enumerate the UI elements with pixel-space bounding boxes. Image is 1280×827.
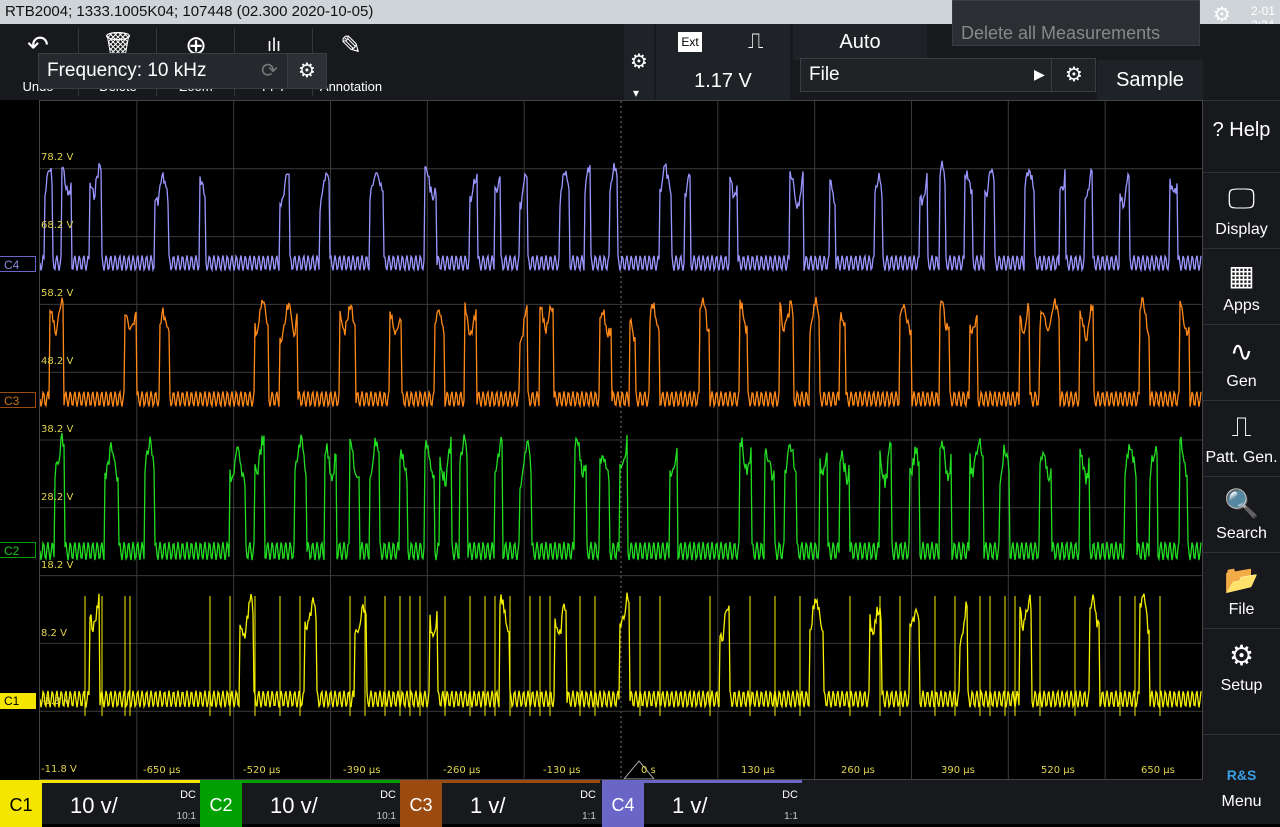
- channel-marker-c1[interactable]: C1: [0, 693, 36, 709]
- coupling: DC: [580, 789, 596, 801]
- time-label: 520 µs: [1041, 765, 1075, 776]
- channel-marker-c4[interactable]: C4: [0, 256, 36, 272]
- channel-c3-settings[interactable]: C3 1 v/DC 1:1: [400, 780, 600, 827]
- vertical-scale: 10 v/: [70, 793, 118, 818]
- channel-tag: C3: [400, 783, 442, 827]
- voltage-label: 28.2 V: [41, 492, 74, 503]
- trigger-source: Ext: [678, 32, 702, 52]
- frequency-box[interactable]: Frequency: 10 kHz ⟳ ⚙: [38, 53, 327, 89]
- coupling: DC: [782, 789, 798, 801]
- sidebar-item-help[interactable]: ?? Help: [1203, 100, 1280, 177]
- sidebar-item-display[interactable]: 🖵 Display: [1203, 172, 1280, 249]
- voltage-label: 58.2 V: [41, 288, 74, 299]
- voltage-label: -1.8 V: [41, 696, 71, 707]
- vertical-scale: 1 v/: [470, 793, 506, 818]
- trigger-mode[interactable]: Auto: [793, 24, 927, 60]
- generator-icon: ∿: [1229, 336, 1254, 367]
- trace-c1: [40, 592, 1202, 709]
- measurement-menu[interactable]: Delete all Measurements: [952, 0, 1200, 46]
- trigger-time-marker[interactable]: ▾: [633, 86, 639, 100]
- gear-icon[interactable]: ⚙: [287, 54, 326, 88]
- frequency-value: Frequency: 10 kHz: [47, 60, 207, 81]
- apps-icon: ▦: [1228, 260, 1255, 291]
- sidebar-item-menu[interactable]: R&S Menu: [1203, 734, 1280, 811]
- coupling: DC: [380, 789, 396, 801]
- time-label: 260 µs: [841, 765, 875, 776]
- channel-tag: C2: [200, 783, 242, 827]
- probe-ratio: 1:1: [784, 811, 798, 822]
- trigger-level[interactable]: 1.17 V: [656, 62, 790, 100]
- time-label: 390 µs: [941, 765, 975, 776]
- channel-c1-settings[interactable]: C1 10 v/DC 10:1: [0, 780, 200, 827]
- delete-all-measurements-item[interactable]: Delete all Measurements: [961, 23, 1160, 44]
- waveform-grid: [40, 101, 1202, 779]
- sidebar-item-gen[interactable]: ∿ Gen: [1203, 324, 1280, 401]
- gear-icon[interactable]: ⚙: [1051, 59, 1096, 91]
- time-label: 650 µs: [1141, 765, 1175, 776]
- waveform-display[interactable]: [39, 100, 1203, 780]
- gear-icon: ⚙: [1228, 640, 1255, 671]
- gear-icon: ⚙: [630, 51, 648, 73]
- sidebar: ?? Help🖵Display▦Apps∿Gen⎍Patt. Gen.🔍Sear…: [1203, 24, 1280, 824]
- voltage-label: 78.2 V: [41, 152, 74, 163]
- voltage-label: 48.2 V: [41, 356, 74, 367]
- channel-marker-c2[interactable]: C2: [0, 542, 36, 558]
- voltage-label: 68.2 V: [41, 220, 74, 231]
- channel-c4-settings[interactable]: C4 1 v/DC 1:1: [602, 780, 802, 827]
- channel-marker-c3[interactable]: C3: [0, 392, 36, 408]
- time-label: -390 µs: [343, 765, 381, 776]
- probe-ratio: 10:1: [376, 811, 396, 822]
- time-label: 0 s: [641, 765, 656, 776]
- channel-bar: C1 10 v/DC 10:1 C2 10 v/DC 10:1 C3 1 v/DC 1:1 C4 1…: [0, 780, 1203, 827]
- rising-edge-icon: ⎍: [748, 28, 764, 53]
- pattern-generator-icon: ⎍: [1231, 411, 1252, 442]
- time-label: 130 µs: [741, 765, 775, 776]
- probe-ratio: 1:1: [582, 811, 596, 822]
- channel-tag: C4: [602, 783, 644, 827]
- time-label: -650 µs: [143, 765, 181, 776]
- voltage-label: -11.8 V: [41, 764, 77, 775]
- search-icon: 🔍: [1224, 488, 1259, 519]
- coupling: DC: [180, 789, 196, 801]
- display-icon: 🖵: [1228, 183, 1255, 214]
- voltage-label: 18.2 V: [41, 560, 74, 571]
- vertical-scale: 1 v/: [672, 793, 708, 818]
- sidebar-item-file[interactable]: 📂 File: [1203, 552, 1280, 629]
- folder-icon: 📂: [1224, 564, 1259, 595]
- voltage-label: 38.2 V: [41, 424, 74, 435]
- vertical-scale: 10 v/: [270, 793, 318, 818]
- trigger-source-panel[interactable]: Ext ⎍: [656, 24, 790, 62]
- refresh-icon[interactable]: ⟳: [261, 58, 278, 83]
- sidebar-item-setup[interactable]: ⚙ Setup: [1203, 628, 1280, 705]
- voltage-label: 8.2 V: [41, 628, 67, 639]
- submenu-arrow-icon: ▶: [1034, 66, 1045, 82]
- rs-logo-icon: R&S: [1226, 767, 1257, 783]
- time-label: -130 µs: [543, 765, 581, 776]
- file-menu-item[interactable]: File ▶ ⚙: [800, 58, 1096, 92]
- sidebar-item-search[interactable]: 🔍 Search: [1203, 476, 1280, 553]
- sidebar-item-apps[interactable]: ▦ Apps: [1203, 248, 1280, 325]
- channel-tag: C1: [0, 783, 42, 827]
- time-label: -520 µs: [243, 765, 281, 776]
- sidebar-item-patt-gen[interactable]: ⎍ Patt. Gen.: [1203, 400, 1280, 477]
- probe-ratio: 10:1: [176, 811, 196, 822]
- time-label: -260 µs: [443, 765, 481, 776]
- channel-c2-settings[interactable]: C2 10 v/DC 10:1: [200, 780, 400, 827]
- acquisition-mode[interactable]: Sample: [1097, 60, 1203, 100]
